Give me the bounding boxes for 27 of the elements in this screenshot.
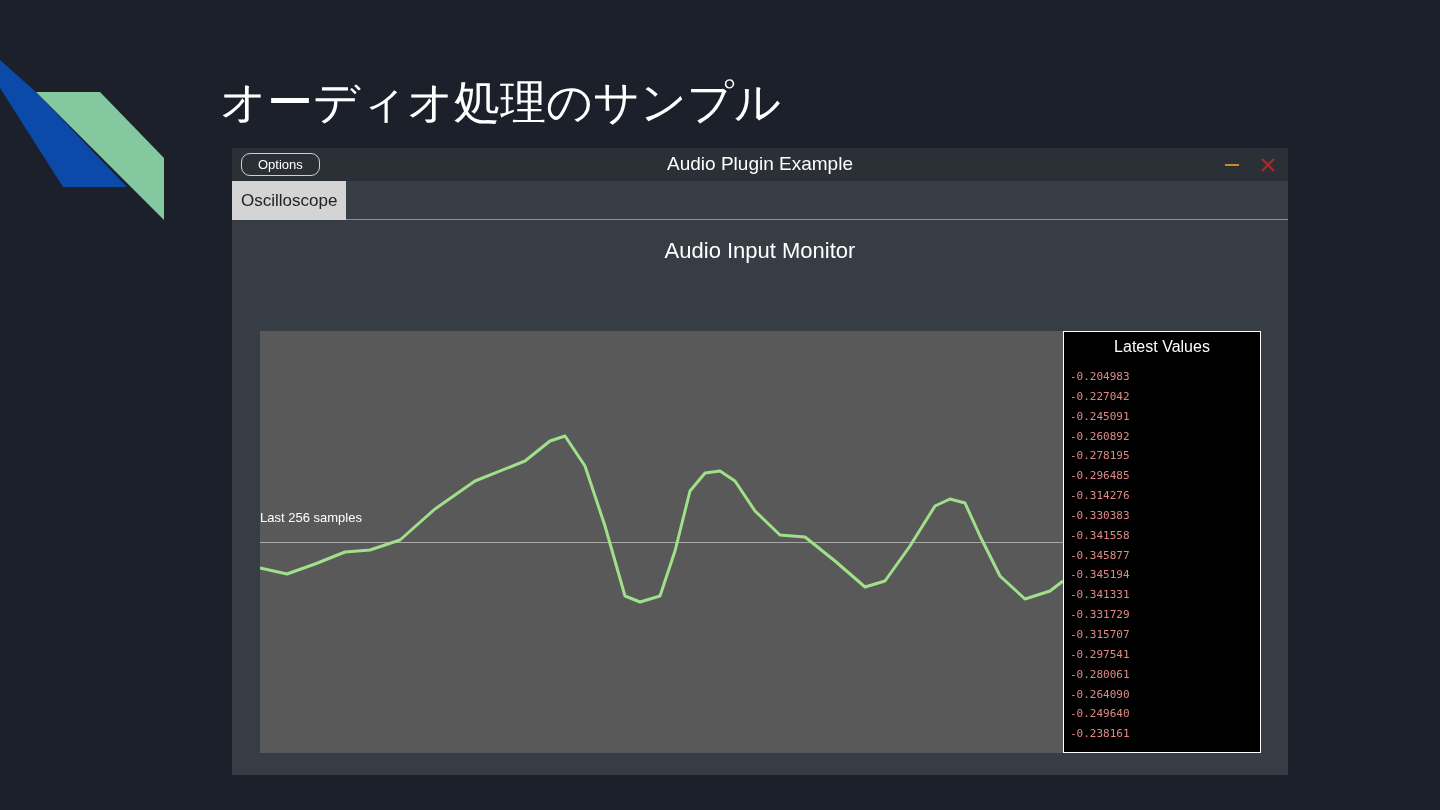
value-text: -0.260892 <box>1070 428 1130 445</box>
value-text: -0.341558 <box>1070 527 1130 544</box>
value-text: -0.314276 <box>1070 488 1130 505</box>
value-text: -0.238161 <box>1070 726 1130 743</box>
window-title: Audio Plugin Example <box>667 152 853 177</box>
slide-title: オーディオ処理のサンプル <box>220 75 781 130</box>
tab[interactable]: Oscilloscope <box>232 181 347 220</box>
panel-title: Audio Input Monitor <box>664 237 856 265</box>
value-text: -0.245091 <box>1070 408 1130 425</box>
options-button[interactable]: Options <box>241 153 320 176</box>
value-text: -0.296485 <box>1070 468 1130 485</box>
value-text: -0.345194 <box>1070 567 1130 584</box>
values-title: Latest Values <box>1113 337 1211 357</box>
minimize-icon[interactable] <box>1225 163 1239 166</box>
value-text: -0.315707 <box>1070 626 1130 643</box>
value-text: -0.227042 <box>1070 388 1130 405</box>
value-text: -0.345877 <box>1070 547 1130 564</box>
value-text: -0.249640 <box>1070 706 1130 723</box>
value-text: -0.278195 <box>1070 448 1130 465</box>
value-text: -0.341331 <box>1070 587 1130 604</box>
value-text: -0.297541 <box>1070 646 1130 663</box>
value-text: -0.280061 <box>1070 666 1130 683</box>
value-text: -0.264090 <box>1070 686 1130 703</box>
value-text: -0.330383 <box>1070 507 1130 524</box>
value-text: -0.331729 <box>1070 607 1130 624</box>
scope-label: Last 256 samples <box>260 509 362 527</box>
value-text: -0.204983 <box>1070 369 1130 385</box>
